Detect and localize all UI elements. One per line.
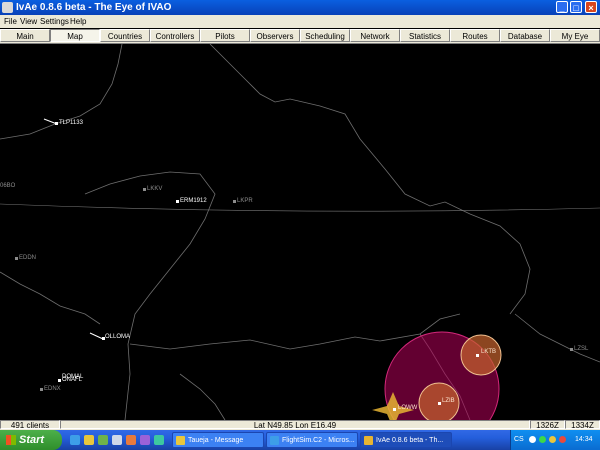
- tab-network[interactable]: Network: [350, 29, 400, 42]
- status-bar: 491 clients Lat N49,85 Lon E16,49 1326Z …: [0, 420, 600, 430]
- aircraft-marker[interactable]: DOMAL: [62, 374, 84, 380]
- system-tray: CS 14:34: [510, 430, 600, 450]
- tray-network-icon[interactable]: [529, 436, 536, 443]
- aircraft-label: OLLOMA: [105, 334, 130, 340]
- airport-label: LKPR: [237, 198, 253, 204]
- start-button[interactable]: Start: [0, 430, 62, 450]
- quicklaunch-media-icon[interactable]: [126, 435, 136, 445]
- fir-boundary: [0, 203, 600, 212]
- flightsim-icon: [270, 436, 279, 445]
- airport-marker[interactable]: EDDN: [15, 255, 36, 261]
- title-bar: IvAe 0.8.6 beta - The Eye of IVAO _ □ ×: [0, 0, 600, 15]
- tab-statistics[interactable]: Statistics: [400, 29, 450, 42]
- menu-view[interactable]: View: [20, 15, 37, 28]
- tab-bar: Main Map Countries Controllers Pilots Ob…: [0, 29, 600, 44]
- windows-logo-icon: [6, 435, 16, 445]
- menu-bar: File View Settings Help: [0, 15, 600, 28]
- local-time: 1326Z: [530, 420, 565, 429]
- country-border: [179, 373, 226, 420]
- airport-label: EDDN: [19, 255, 36, 261]
- map-canvas[interactable]: TLP1133 ERM1912 OLLOMA ONAFL DOMAL LKKV …: [0, 44, 600, 420]
- airport-label: LKKV: [147, 186, 162, 192]
- app-icon: [2, 2, 13, 13]
- language-indicator[interactable]: CS: [514, 430, 524, 450]
- task-ivae[interactable]: IvAe 0.8.6 beta - Th...: [360, 432, 452, 448]
- tab-observers[interactable]: Observers: [250, 29, 300, 42]
- airport-label: EDNX: [44, 386, 61, 392]
- aircraft-label: ERM1912: [180, 198, 207, 204]
- airport-label: LZIB: [442, 398, 455, 404]
- tab-database[interactable]: Database: [500, 29, 550, 42]
- country-border: [0, 271, 101, 325]
- tab-scheduling[interactable]: Scheduling: [300, 29, 350, 42]
- tray-alert-icon[interactable]: [559, 436, 566, 443]
- airport-marker[interactable]: LZSL: [570, 346, 589, 352]
- ivae-icon: [364, 436, 373, 445]
- airport-label: LOWW: [398, 405, 418, 411]
- quicklaunch-ie-icon[interactable]: [70, 435, 80, 445]
- tab-pilots[interactable]: Pilots: [200, 29, 250, 42]
- tab-controllers[interactable]: Controllers: [150, 29, 200, 42]
- airport-marker[interactable]: LKPR: [233, 198, 253, 204]
- aircraft-marker[interactable]: ERM1912: [176, 198, 207, 204]
- airport-marker[interactable]: EDNX: [40, 386, 61, 392]
- quicklaunch-messenger-icon[interactable]: [98, 435, 108, 445]
- cursor-coordinates: Lat N49,85 Lon E16,49: [60, 420, 530, 429]
- tray-security-icon[interactable]: [539, 436, 546, 443]
- tab-routes[interactable]: Routes: [450, 29, 500, 42]
- tab-main[interactable]: Main: [0, 29, 50, 42]
- windows-taskbar: Start Taueja - Message FlightSim.C2 - Mi…: [0, 430, 600, 450]
- quicklaunch-app2-icon[interactable]: [154, 435, 164, 445]
- task-label: Taueja - Message: [188, 437, 244, 444]
- quicklaunch-folder-icon[interactable]: [84, 435, 94, 445]
- task-label: FlightSim.C2 - Micros...: [282, 437, 355, 444]
- aircraft-label: DOMAL: [62, 374, 84, 380]
- menu-help[interactable]: Help: [70, 15, 86, 28]
- tab-map[interactable]: Map: [50, 29, 100, 42]
- aircraft-label: TLP1133: [59, 120, 84, 126]
- task-label: IvAe 0.8.6 beta - Th...: [376, 437, 444, 444]
- country-border: [84, 171, 216, 420]
- quicklaunch-app-icon[interactable]: [140, 435, 150, 445]
- message-icon: [176, 436, 185, 445]
- start-label: Start: [19, 434, 45, 446]
- map-edge-label: 06BO: [0, 183, 16, 189]
- tab-countries[interactable]: Countries: [100, 29, 150, 42]
- task-message[interactable]: Taueja - Message: [172, 432, 264, 448]
- airport-marker[interactable]: LKKV: [143, 186, 162, 192]
- maximize-button[interactable]: □: [570, 1, 582, 13]
- tray-volume-icon[interactable]: [549, 436, 556, 443]
- utc-time: 1334Z: [565, 420, 600, 429]
- task-flightsim[interactable]: FlightSim.C2 - Micros...: [266, 432, 358, 448]
- airport-label: LZSL: [574, 346, 589, 352]
- aircraft-marker[interactable]: OLLOMA: [89, 332, 130, 340]
- clock[interactable]: 14:34: [575, 430, 593, 450]
- client-count: 491 clients: [0, 420, 60, 429]
- country-border: [209, 44, 531, 315]
- menu-settings[interactable]: Settings: [40, 15, 69, 28]
- minimize-button[interactable]: _: [556, 1, 568, 13]
- airport-label: LKTB: [481, 349, 496, 355]
- close-button[interactable]: ×: [585, 1, 597, 13]
- radar-map[interactable]: TLP1133 ERM1912 OLLOMA ONAFL DOMAL LKKV …: [0, 44, 600, 420]
- twr-zone[interactable]: [460, 334, 502, 376]
- country-border: [514, 313, 600, 363]
- aircraft-marker[interactable]: TLP1133: [43, 118, 84, 126]
- window-title: IvAe 0.8.6 beta - The Eye of IVAO: [16, 2, 172, 13]
- quicklaunch-desktop-icon[interactable]: [112, 435, 122, 445]
- menu-file[interactable]: File: [4, 15, 17, 28]
- tab-my-eye[interactable]: My Eye: [550, 29, 600, 42]
